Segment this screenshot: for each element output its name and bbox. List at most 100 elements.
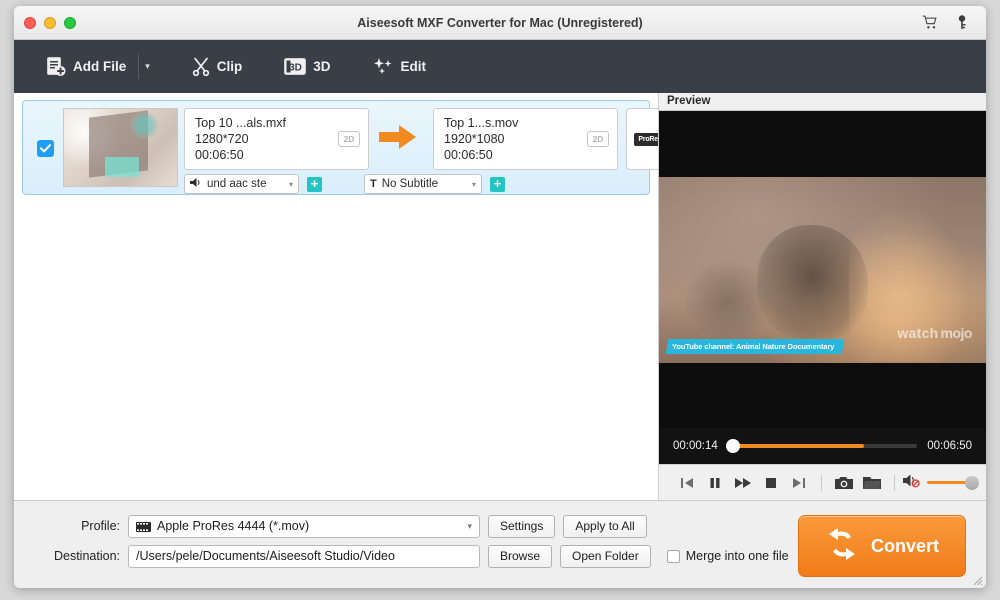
main-toolbar: Add File ▾ Clip 3D 3D Edit [14,40,986,93]
watermark-text-2: mojo [940,324,973,341]
clip-label: Clip [216,59,243,74]
add-file-dropdown-button[interactable]: ▾ [138,54,160,79]
target-file-box[interactable]: Top 1...s.mov 1920*1080 00:06:50 2D [433,108,618,170]
three-d-button[interactable]: 3D 3D [274,52,340,81]
next-button[interactable] [785,476,813,490]
shopping-cart-icon[interactable] [922,14,938,31]
browse-button[interactable]: Browse [488,544,553,568]
file-list-item[interactable]: Top 10 ...als.mxf 1280*720 00:06:50 2D T… [22,100,658,195]
add-file-label: Add File [73,59,127,74]
apply-to-all-button[interactable]: Apply to All [563,514,647,538]
add-audio-track-button[interactable]: + [307,176,322,192]
controls-divider-1 [821,474,822,491]
file-conversion-line: Top 10 ...als.mxf 1280*720 00:06:50 2D T… [178,108,658,170]
volume-slider[interactable] [927,475,979,490]
edit-label: Edit [400,59,427,74]
sparkles-icon [373,57,394,76]
destination-input[interactable]: /Users/pele/Documents/Aiseesoft Studio/V… [128,544,480,568]
close-window-button[interactable] [24,16,36,29]
convert-label: Convert [870,535,939,556]
speaker-icon [190,177,202,191]
preview-title: Preview [659,93,986,111]
profile-value: Apple ProRes 4444 (*.mov) [157,519,310,533]
add-file-icon [46,56,66,77]
source-file-name: Top 10 ...als.mxf [195,116,287,130]
file-thumbnail [63,108,178,187]
maximize-window-button[interactable] [64,16,76,29]
settings-button[interactable]: Settings [488,514,556,538]
target-duration: 00:06:50 [444,148,493,162]
stop-button[interactable] [757,477,785,489]
audio-track-value: und aac ste [207,178,267,190]
title-bar: Aiseesoft MXF Converter for Mac (Unregis… [14,6,986,40]
file-details: Top 10 ...als.mxf 1280*720 00:06:50 2D T… [178,101,658,194]
target-file-info: Top 1...s.mov 1920*1080 00:06:50 [444,115,581,163]
source-file-info: Top 10 ...als.mxf 1280*720 00:06:50 [195,115,332,163]
app-window: Aiseesoft MXF Converter for Mac (Unregis… [14,6,986,588]
source-resolution: 1280*720 [195,132,249,146]
subtitle-track-value: No Subtitle [381,178,438,190]
thumbnail-highlight [129,112,159,139]
codec-box[interactable]: ProRes [626,108,658,170]
chevron-down-icon: ▾ [471,179,476,189]
merge-checkbox[interactable] [666,549,680,563]
target-file-name: Top 1...s.mov [444,116,519,130]
window-controls [14,16,76,29]
seek-handle[interactable] [725,439,740,453]
profile-select[interactable]: Apple ProRes 4444 (*.mov) ▾ [128,514,480,538]
edit-button[interactable]: Edit [363,51,437,82]
film-icon [136,521,151,532]
source-file-box[interactable]: Top 10 ...als.mxf 1280*720 00:06:50 2D [184,108,369,170]
controls-divider-2 [894,474,895,491]
scissors-icon [192,57,210,76]
conversion-arrow-wrap [369,108,427,170]
content-area: Top 10 ...als.mxf 1280*720 00:06:50 2D T… [14,93,986,500]
speaker-mute-icon[interactable] [903,473,920,493]
key-icon[interactable] [954,14,970,31]
svg-text:3D: 3D [289,63,302,74]
fast-forward-button[interactable] [729,476,757,490]
audio-track-select[interactable]: und aac ste ▾ [184,174,299,194]
merge-label: Merge into one file [685,549,789,563]
watermark-text-1: watch [897,324,939,341]
add-subtitle-track-button[interactable]: + [490,176,505,192]
convert-button[interactable]: Convert [798,515,966,577]
open-folder-button[interactable]: Open Folder [560,544,651,568]
pause-button[interactable] [701,476,729,490]
playback-controls [659,464,986,500]
clip-button[interactable]: Clip [182,51,253,82]
three-d-label: 3D [313,59,331,74]
three-d-icon: 3D [284,58,307,75]
overlay-banner: YouTube channel: Animal Nature Documenta… [665,338,845,354]
video-surface[interactable]: YouTube channel: Animal Nature Documenta… [659,111,986,428]
snapshot-button[interactable] [830,476,858,490]
minimize-window-button[interactable] [44,16,56,29]
add-file-button[interactable]: Add File [36,50,136,83]
destination-label: Destination: [53,549,120,563]
video-frame: YouTube channel: Animal Nature Documenta… [659,176,986,363]
codec-badge: ProRes [634,132,658,146]
seek-slider[interactable] [725,439,918,453]
open-snapshot-folder-button[interactable] [858,476,886,490]
subtitle-text-icon: T [370,178,377,190]
previous-button[interactable] [673,476,701,490]
volume-handle[interactable] [965,475,979,490]
file-list-panel: Top 10 ...als.mxf 1280*720 00:06:50 2D T… [14,93,659,500]
volume-control [903,473,979,493]
target-resolution: 1920*1080 [444,132,505,146]
source-duration: 00:06:50 [195,148,244,162]
chevron-down-icon: ▾ [288,179,293,189]
merge-checkbox-group[interactable]: Merge into one file [666,549,789,563]
target-2d-badge: 2D [587,131,609,147]
subtitle-track-select[interactable]: T No Subtitle ▾ [364,174,482,194]
window-title: Aiseesoft MXF Converter for Mac (Unregis… [357,15,643,30]
resize-grip[interactable] [969,572,983,586]
chevron-down-icon: ▾ [467,520,472,531]
source-2d-badge: 2D [338,131,360,147]
convert-icon [825,527,859,565]
current-time-label: 00:00:14 [673,440,718,452]
seek-bar: 00:00:14 00:06:50 [659,428,986,464]
conversion-arrow-icon [379,124,417,155]
seek-progress-fill [727,444,865,448]
file-select-checkbox[interactable] [37,140,54,157]
